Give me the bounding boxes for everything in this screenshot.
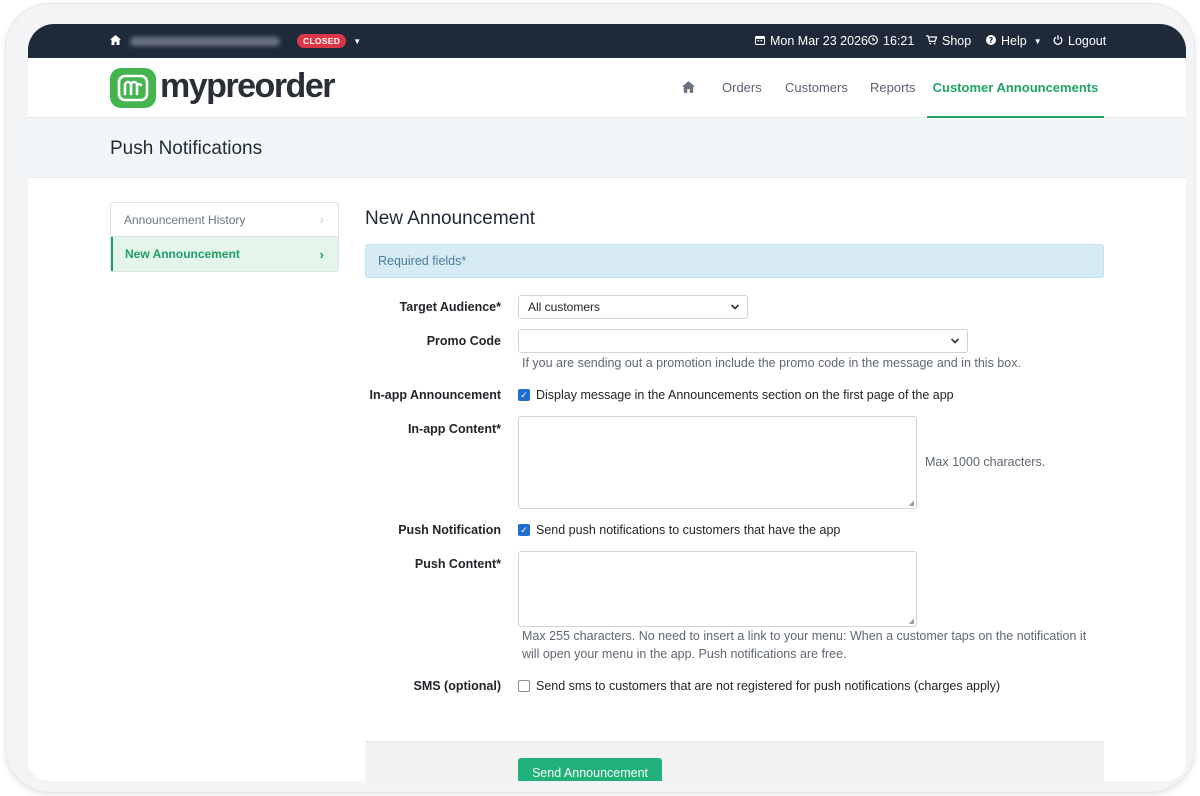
logo-mark-icon [110, 68, 156, 108]
nav-customers[interactable]: Customers [785, 58, 848, 118]
sms-label: SMS (optional) [413, 679, 502, 693]
sidebar-item-label: New Announcement [125, 247, 240, 261]
calendar-icon [755, 34, 765, 48]
question-icon: ? [986, 34, 996, 48]
chevron-down-icon [730, 296, 740, 326]
help-menu[interactable]: ? Help ▼ [986, 24, 1042, 58]
target-audience-value: All customers [528, 300, 601, 314]
nav-orders[interactable]: Orders [722, 58, 762, 118]
push-content-textarea[interactable]: ◢ [518, 551, 917, 627]
nav-home[interactable] [682, 58, 695, 118]
sidebar-item-announcement-history[interactable]: Announcement History › [111, 203, 338, 237]
promo-code-select[interactable] [518, 329, 968, 353]
push-notification-text: Send push notifications to customers tha… [536, 523, 841, 537]
app-screen: CLOSED ▼ Mon Mar 23 2026 16:21 Shop ? He… [28, 24, 1186, 781]
sidebar-item-label: Announcement History [124, 212, 246, 227]
power-icon [1053, 34, 1063, 48]
in-app-announcement-label: In-app Announcement [369, 388, 501, 402]
caret-down-icon[interactable]: ▼ [353, 37, 361, 46]
checkbox-unchecked-icon[interactable] [518, 680, 530, 692]
cart-icon [926, 34, 938, 48]
home-icon [682, 80, 695, 96]
checkbox-checked-icon[interactable]: ✓ [518, 389, 530, 401]
push-notification-label: Push Notification [398, 523, 501, 537]
sms-checkbox[interactable]: Send sms to customers that are not regis… [518, 679, 1000, 693]
svg-text:?: ? [989, 36, 994, 45]
in-app-content-label: In-app Content* [407, 422, 501, 436]
in-app-announcement-checkbox[interactable]: ✓ Display message in the Announcements s… [518, 388, 954, 402]
clock-icon [868, 34, 878, 48]
tablet-frame: CLOSED ▼ Mon Mar 23 2026 16:21 Shop ? He… [6, 4, 1194, 792]
store-name-redacted [130, 36, 280, 46]
status-badge: CLOSED [297, 34, 347, 48]
chevron-right-icon: › [319, 246, 324, 262]
required-fields-alert: Required fields* [365, 244, 1104, 278]
main-navbar: mypreorder Orders Customers Reports Cust… [28, 58, 1186, 118]
send-announcement-button[interactable]: Send Announcement [518, 758, 662, 781]
logout-label: Logout [1068, 34, 1107, 48]
resize-grip-icon[interactable]: ◢ [909, 499, 914, 507]
logo-text: mypreorder [160, 67, 335, 105]
promo-code-help: If you are sending out a promotion inclu… [522, 356, 1021, 370]
target-audience-label: Target Audience* [399, 300, 501, 314]
form-footer [365, 741, 1104, 781]
date-display: Mon Mar 23 2026 [755, 24, 868, 58]
logout-link[interactable]: Logout [1053, 24, 1106, 58]
help-label: Help [1001, 34, 1027, 48]
resize-grip-icon[interactable]: ◢ [909, 617, 914, 625]
form-title: New Announcement [365, 208, 536, 229]
promo-code-label: Promo Code [426, 334, 501, 348]
in-app-content-help: Max 1000 characters. [925, 455, 1046, 469]
caret-down-icon: ▼ [1033, 36, 1042, 46]
nav-reports[interactable]: Reports [870, 58, 916, 118]
page-header: Push Notifications [28, 118, 1186, 178]
in-app-content-textarea[interactable]: ◢ [518, 416, 917, 509]
checkbox-checked-icon[interactable]: ✓ [518, 524, 530, 536]
push-notification-checkbox[interactable]: ✓ Send push notifications to customers t… [518, 523, 840, 537]
in-app-announcement-text: Display message in the Announcements sec… [536, 388, 954, 402]
page-title: Push Notifications [110, 138, 263, 159]
sidebar: Announcement History › New Announcement … [110, 202, 339, 272]
target-audience-select[interactable]: All customers [518, 295, 748, 319]
brand-logo[interactable]: mypreorder [110, 67, 335, 108]
push-content-help-1: Max 255 characters. No need to insert a … [522, 629, 1087, 643]
home-icon [110, 34, 121, 48]
shop-label: Shop [942, 34, 972, 48]
date-text: Mon Mar 23 2026 [770, 34, 868, 48]
nav-customer-announcements[interactable]: Customer Announcements [927, 58, 1104, 118]
push-content-label: Push Content* [414, 557, 501, 571]
time-display: 16:21 [868, 24, 914, 58]
push-content-help-2: will open your menu in the app. Push not… [522, 647, 847, 661]
sms-text: Send sms to customers that are not regis… [536, 679, 1001, 693]
store-selector[interactable]: CLOSED ▼ [110, 24, 361, 58]
time-text: 16:21 [883, 34, 915, 48]
top-bar: CLOSED ▼ Mon Mar 23 2026 16:21 Shop ? He… [28, 24, 1186, 58]
shop-link[interactable]: Shop [926, 24, 971, 58]
sidebar-item-new-announcement[interactable]: New Announcement › [111, 237, 338, 271]
chevron-right-icon: › [319, 212, 324, 227]
